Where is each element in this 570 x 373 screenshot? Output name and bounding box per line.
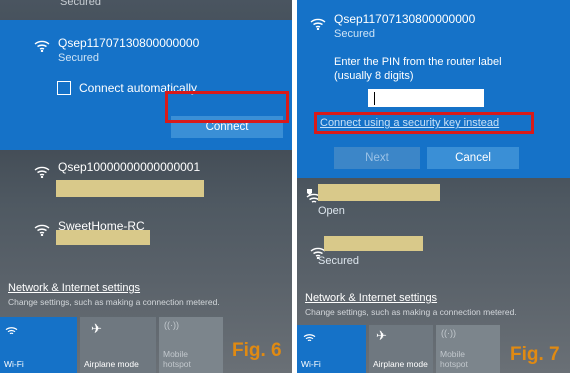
network-settings-link[interactable]: Network & Internet settings — [305, 292, 437, 304]
selected-network-status: Secured — [58, 52, 99, 64]
mobile-hotspot-tile[interactable]: ((·)) Mobile hotspot — [159, 317, 223, 373]
text-cursor — [374, 92, 375, 105]
next-button[interactable]: Next — [334, 147, 420, 169]
airplane-mode-tile[interactable]: ✈ Airplane mode — [369, 325, 433, 373]
connect-automatically-checkbox[interactable] — [57, 81, 71, 95]
selected-network-block[interactable]: Qsep11707130800000000 Secured Connect au… — [0, 20, 292, 150]
selected-network-status: Secured — [334, 28, 375, 40]
tile-label: Mobile hotspot — [163, 349, 191, 369]
redacted-block — [56, 230, 150, 245]
tile-label: Airplane mode — [373, 359, 428, 369]
wifi-icon — [5, 327, 18, 335]
wifi-signal-icon — [34, 40, 50, 52]
previous-network-status: Secured — [60, 0, 101, 8]
airplane-icon: ✈ — [376, 328, 387, 343]
redacted-block — [318, 184, 440, 201]
mobile-hotspot-tile[interactable]: ((·)) Mobile hotspot — [436, 325, 500, 373]
tile-label: Wi-Fi — [301, 359, 321, 369]
airplane-icon: ✈ — [91, 321, 102, 336]
tile-label: Airplane mode — [84, 359, 139, 369]
cancel-button[interactable]: Cancel — [427, 147, 519, 169]
pin-input[interactable] — [367, 88, 485, 108]
wifi-signal-icon — [34, 224, 50, 236]
figure-label: Fig. 7 — [510, 344, 560, 365]
wifi-flyout-fig6: Secured Qsep11707130800000000 Secured Co… — [0, 0, 292, 373]
selected-network-name: Qsep11707130800000000 — [58, 36, 200, 50]
wifi-signal-icon — [310, 18, 326, 30]
wifi-flyout-fig7: Qsep11707130800000000 Secured Enter the … — [297, 0, 570, 373]
network-settings-description: Change settings, such as making a connec… — [305, 307, 517, 317]
connect-highlight-box — [165, 91, 289, 123]
network-settings-link[interactable]: Network & Internet settings — [8, 282, 140, 294]
network-settings-description: Change settings, such as making a connec… — [8, 297, 220, 307]
selected-network-block[interactable]: Qsep11707130800000000 Secured Enter the … — [297, 0, 570, 178]
network-status: Open — [318, 205, 345, 217]
hotspot-icon: ((·)) — [164, 320, 179, 330]
redacted-block — [324, 236, 423, 251]
selected-network-name: Qsep11707130800000000 — [334, 12, 476, 26]
network-name[interactable]: Qsep10000000000000001 — [58, 160, 200, 174]
tile-label: Mobile hotspot — [440, 349, 468, 369]
redacted-block — [56, 180, 204, 197]
wifi-signal-icon — [34, 166, 50, 178]
wifi-quick-action-tile[interactable]: Wi-Fi — [0, 317, 77, 373]
pin-prompt: Enter the PIN from the router label (usu… — [334, 56, 502, 82]
airplane-mode-tile[interactable]: ✈ Airplane mode — [80, 317, 156, 373]
tile-label: Wi-Fi — [4, 359, 24, 369]
wifi-icon — [303, 334, 316, 342]
figure-label: Fig. 6 — [232, 340, 282, 361]
security-key-highlight-box — [314, 112, 534, 134]
network-status: Secured — [318, 255, 359, 267]
wifi-quick-action-tile[interactable]: Wi-Fi — [297, 325, 366, 373]
hotspot-icon: ((·)) — [441, 328, 456, 338]
